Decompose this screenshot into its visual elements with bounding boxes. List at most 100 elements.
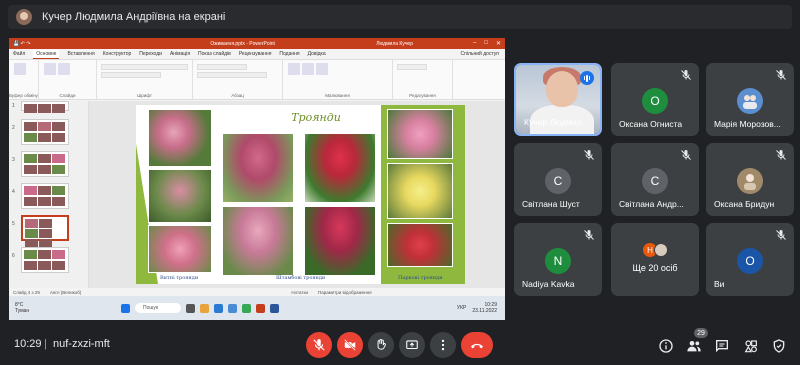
slide-thumbnail — [21, 101, 69, 113]
taskbar-apps: Пошук — [121, 303, 279, 313]
tray-clock: 10:29 23.11.2022 — [472, 302, 497, 314]
camera-toggle-button[interactable] — [337, 332, 363, 358]
taskbar-search: Пошук — [135, 303, 181, 313]
participant-photo — [654, 243, 668, 257]
ribbon-group-clipboard: Буфер обміну — [9, 60, 39, 99]
rose-photo — [148, 169, 212, 223]
presenter-banner-text: Кучер Людмила Андріївна на екрані — [42, 11, 226, 23]
mic-off-icon — [313, 339, 325, 351]
participant-name: Оксана Огниста — [619, 119, 683, 129]
caption-park: Паркові троянди — [398, 275, 443, 281]
taskview-icon — [186, 303, 195, 313]
participant-name: Ви — [714, 279, 725, 289]
more-participants-tile[interactable]: Н Ще 20 осіб — [611, 223, 699, 296]
slide-title: Троянди — [291, 111, 341, 124]
ribbon-group-font: Шрифт — [97, 60, 193, 99]
windows-taskbar: 8°C Туман Пошук УКР 10:29 23.11.2022 — [9, 296, 505, 320]
participant-avatar: О — [642, 88, 668, 114]
word-icon — [270, 303, 279, 313]
system-tray: УКР 10:29 23.11.2022 — [457, 302, 497, 314]
rose-photo — [387, 109, 453, 159]
participant-tile-speaker[interactable]: Кучер Людмил... — [514, 63, 602, 136]
person-photo-icon — [744, 174, 756, 190]
mic-off-icon — [681, 70, 691, 80]
weather-widget: 8°C Туман — [15, 302, 51, 314]
more-participants-avatars: Н — [643, 243, 668, 257]
rose-photo — [148, 109, 212, 167]
tab-home: Основне — [33, 49, 60, 59]
mic-off-icon — [584, 150, 594, 160]
more-options-button[interactable] — [430, 332, 456, 358]
window-controls: – □ ✕ — [473, 40, 501, 47]
info-icon[interactable] — [658, 338, 674, 354]
chrome-icon — [242, 303, 251, 313]
mic-off-icon — [776, 230, 786, 240]
language-indicator: Англ (Великоб) — [49, 289, 82, 295]
participant-tile[interactable]: С Світлана Шуст — [514, 143, 602, 216]
rose-photo — [148, 225, 212, 273]
participant-name: Марія Морозов... — [714, 119, 781, 129]
participant-name: Світлана Шуст — [522, 199, 580, 209]
notes-button: Нотатки — [291, 289, 308, 295]
more-participants-label: Ще 20 осіб — [632, 263, 678, 273]
rose-photo — [222, 206, 294, 276]
activities-icon[interactable] — [743, 338, 759, 354]
ribbon: Буфер обміну Слайди Шрифт Абзац Малюванн… — [9, 60, 505, 100]
camera-off-icon — [344, 339, 356, 351]
leave-call-button[interactable] — [461, 332, 493, 358]
edge-icon — [214, 303, 223, 313]
tab-slideshow: Показ слайдів — [198, 51, 231, 57]
tab-review: Рецензування — [238, 51, 272, 57]
participant-avatar: N — [545, 248, 571, 274]
participant-photo — [737, 168, 763, 194]
ribbon-group-editing: Редагування — [393, 60, 453, 99]
person-photo-icon — [743, 95, 757, 109]
slide-thumbnail-selected — [21, 215, 69, 248]
weather-desc: Туман — [15, 308, 30, 314]
tab-view: Подання — [279, 51, 300, 57]
participant-tile[interactable]: Марія Морозов... — [706, 63, 794, 136]
thumb-number: 4 — [12, 189, 15, 195]
ribbon-group-paragraph: Абзац — [193, 60, 283, 99]
slide-thumbnail — [21, 183, 69, 209]
explorer-icon — [200, 303, 209, 313]
present-screen-button[interactable] — [399, 332, 425, 358]
mic-off-icon — [776, 150, 786, 160]
people-icon[interactable] — [686, 338, 702, 354]
current-slide: Троянди Витні троянди Штамбові троянди П… — [136, 105, 465, 284]
autosave-icon: 💾 ↶ ↷ — [13, 40, 31, 47]
tab-help: Довідка — [307, 51, 326, 57]
meeting-code: nuf-zxzi-mft — [53, 338, 110, 350]
chat-icon[interactable] — [714, 338, 730, 354]
store-icon — [228, 303, 237, 313]
thumb-number: 3 — [12, 157, 15, 163]
maximize-icon: □ — [484, 40, 488, 46]
slide-counter: Слайд 4 з 29 — [13, 289, 40, 295]
close-icon: ✕ — [495, 41, 501, 47]
self-tile[interactable]: О Ви — [706, 223, 794, 296]
host-controls-icon[interactable] — [771, 338, 787, 354]
mic-toggle-button[interactable] — [306, 332, 332, 358]
minimize-icon: – — [473, 40, 477, 46]
participant-name: Nadiya Kavka — [522, 279, 575, 289]
rose-photo — [222, 133, 294, 203]
rose-photo — [304, 206, 376, 276]
powerpoint-titlebar: 💾 ↶ ↷ Оживання.pptx - PowerPoint Людмила… — [9, 38, 505, 49]
raise-hand-button[interactable] — [368, 332, 394, 358]
rose-photo — [387, 223, 453, 267]
tab-design: Конструктор — [102, 51, 132, 57]
slide-thumbnail — [21, 247, 69, 273]
participant-tile[interactable]: Оксана Бридун — [706, 143, 794, 216]
slide-thumbnails: 1 2 3 4 5 6 — [9, 101, 89, 288]
participant-tile[interactable]: С Світлана Андр... — [611, 143, 699, 216]
participant-tile[interactable]: О Оксана Огниста — [611, 63, 699, 136]
divider: | — [44, 338, 47, 350]
tray-language: УКР — [456, 305, 467, 311]
thumb-number: 2 — [12, 125, 15, 131]
powerpoint-icon — [256, 303, 265, 313]
participant-tile[interactable]: N Nadiya Kavka — [514, 223, 602, 296]
powerpoint-statusbar: Слайд 4 з 29 Англ (Великоб) Нотатки Пара… — [9, 288, 505, 296]
tab-insert: Вставлення — [67, 51, 95, 57]
ribbon-group-drawing: Малювання — [283, 60, 393, 99]
slide-thumbnail — [21, 151, 69, 177]
